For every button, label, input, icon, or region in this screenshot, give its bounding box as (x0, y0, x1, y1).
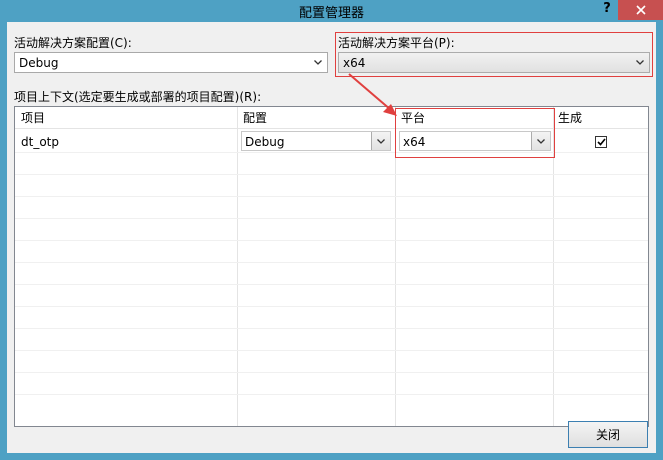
window-close-button[interactable] (618, 0, 663, 20)
close-icon (635, 5, 646, 15)
active-config-value: Debug (19, 56, 59, 70)
annotation-arrow-icon (348, 73, 397, 116)
header-project[interactable]: 项目 (21, 109, 45, 126)
active-config-label: 活动解决方案配置(C): (14, 36, 132, 50)
dialog-body: 活动解决方案配置(C): Debug 活动解决方案平台(P): x64 项目上下… (7, 22, 656, 453)
close-button[interactable]: 关闭 (568, 421, 648, 448)
row-divider (15, 284, 648, 285)
header-config[interactable]: 配置 (243, 109, 267, 126)
chevron-down-icon (377, 138, 385, 144)
row-divider (15, 196, 648, 197)
platform-highlight-box (335, 32, 653, 77)
row-config-value: Debug (245, 135, 285, 149)
row-build-checkbox[interactable] (595, 136, 607, 148)
row-divider (15, 306, 648, 307)
configuration-manager-dialog: 配置管理器 ? 活动解决方案配置(C): Debug 活动解决方案平台(P): … (0, 0, 663, 460)
row-divider (15, 350, 648, 351)
row-config-select[interactable]: Debug (241, 131, 391, 151)
row-divider (15, 262, 648, 263)
row-divider (15, 218, 648, 219)
dialog-title: 配置管理器 (298, 6, 364, 21)
row-divider (15, 394, 648, 395)
help-button[interactable]: ? (597, 0, 617, 20)
row-divider (15, 328, 648, 329)
chevron-down-icon (314, 60, 322, 65)
row-divider (15, 372, 648, 373)
header-build[interactable]: 生成 (558, 109, 582, 126)
column-divider (237, 107, 238, 426)
project-context-label: 项目上下文(选定要生成或部署的项目配置)(R): (14, 90, 262, 104)
title-bar[interactable]: 配置管理器 ? (0, 0, 663, 22)
checkmark-icon (596, 138, 606, 146)
grid-platform-highlight-box (395, 108, 555, 158)
row-config-dropdown-button[interactable] (371, 132, 390, 150)
row-project-name[interactable]: dt_otp (21, 135, 59, 149)
row-divider (15, 240, 648, 241)
active-config-select[interactable]: Debug (14, 52, 328, 73)
row-divider (15, 174, 648, 175)
